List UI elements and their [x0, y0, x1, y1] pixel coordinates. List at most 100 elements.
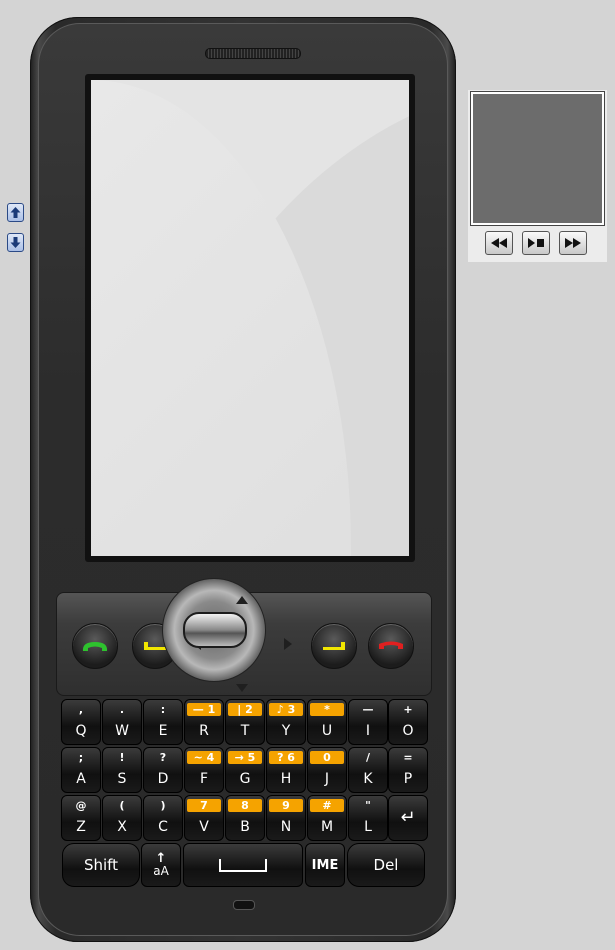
key-symbol-label: / [365, 751, 371, 764]
key-symbol-label: , [78, 703, 84, 716]
earpiece-speaker [205, 48, 301, 59]
key-symbol-badge: ~ 4 [187, 751, 221, 764]
key-letter-label: W [115, 723, 129, 739]
key-y[interactable]: ♪ 3 Y [266, 699, 306, 745]
soft-key-right-icon [323, 642, 345, 650]
play-stop-icon [528, 238, 544, 248]
shift-key-label: Shift [83, 856, 119, 874]
key-g[interactable]: → 5 G [225, 747, 265, 793]
shift-key[interactable]: Shift [62, 843, 140, 887]
key-symbol-badge: # [310, 799, 344, 812]
key-letter-label: V [199, 819, 209, 835]
key-symbol-label: + [403, 703, 413, 716]
key-letter-label: Y [281, 723, 291, 739]
media-preview-screen [470, 91, 605, 226]
key-letter-label: Q [75, 723, 87, 739]
key-v[interactable]: 7V [184, 795, 224, 841]
key-letter-label: T [240, 723, 250, 739]
key-letter-label: N [280, 819, 292, 835]
rewind-icon [491, 238, 507, 248]
key-letter-label: ↵ [400, 807, 416, 828]
arrow-down-icon [10, 237, 21, 248]
key-c[interactable]: ) C [143, 795, 183, 841]
key-letter-label: X [117, 819, 127, 835]
key-letter-label: K [363, 771, 373, 787]
call-icon [82, 642, 108, 651]
key-symbol-badge: * [310, 703, 344, 716]
key-u[interactable]: * U [307, 699, 347, 745]
key-j[interactable]: 0J [307, 747, 347, 793]
case-toggle-key[interactable]: ↑ aA [141, 843, 181, 887]
key-n[interactable]: 9N [266, 795, 306, 841]
key-letter-label: H [280, 771, 292, 787]
key-w[interactable]: .W [102, 699, 142, 745]
delete-key-label: Del [373, 856, 399, 874]
key-d[interactable]: ? D [143, 747, 183, 793]
key-symbol-label: — [362, 703, 374, 716]
key-letter-label: J [324, 771, 330, 787]
key-symbol-label: = [403, 751, 413, 764]
key-letter-label: D [157, 771, 169, 787]
fast-forward-icon [565, 238, 581, 248]
key-symbol-label: ( [119, 799, 125, 812]
key-symbol-label: ; [78, 751, 84, 764]
key-b[interactable]: 8B [225, 795, 265, 841]
key-r[interactable]: — 1 R [184, 699, 224, 745]
key-letter-label: M [320, 819, 334, 835]
key-letter-label: B [240, 819, 250, 835]
key-symbol-badge: → 5 [228, 751, 262, 764]
dpad-select-button[interactable] [183, 612, 247, 648]
end-call-button[interactable] [368, 623, 414, 669]
key-letter-label: U [321, 723, 333, 739]
space-bar-icon [219, 859, 267, 872]
key-symbol-label: . [119, 703, 125, 716]
fast-forward-button[interactable] [559, 231, 587, 255]
delete-key[interactable]: Del [347, 843, 425, 887]
key-symbol-badge: — 1 [187, 703, 221, 716]
key-symbol-label: @ [75, 799, 87, 812]
key-letter-label: F [199, 771, 209, 787]
dpad-down-icon[interactable] [236, 684, 248, 692]
key-letter-label: G [239, 771, 251, 787]
key-a[interactable]: ; A [61, 747, 101, 793]
scroll-up-button[interactable] [7, 203, 24, 222]
phone-screen[interactable] [91, 80, 409, 556]
key-x[interactable]: (X [102, 795, 142, 841]
key-letter-label: L [364, 819, 372, 835]
key-z[interactable]: @ Z [61, 795, 101, 841]
key-letter-label: E [158, 723, 168, 739]
key-k[interactable]: / K [348, 747, 388, 793]
dpad-right-icon[interactable] [284, 638, 292, 650]
key-o[interactable]: + O [388, 699, 428, 745]
play-stop-button[interactable] [522, 231, 550, 255]
key-letter-label: S [117, 771, 127, 787]
ime-key-label: IME [311, 857, 339, 873]
key-l[interactable]: " L [348, 795, 388, 841]
key-symbol-label: " [365, 799, 371, 812]
key-letter-label: I [365, 723, 371, 739]
key-symbol-label: ) [160, 799, 166, 812]
key-f[interactable]: ~ 4 F [184, 747, 224, 793]
key-h[interactable]: ? 6 H [266, 747, 306, 793]
key-letter-label: P [403, 771, 413, 787]
key-t[interactable]: | 2 T [225, 699, 265, 745]
scroll-down-button[interactable] [7, 233, 24, 252]
call-button[interactable] [72, 623, 118, 669]
key-m[interactable]: # M [307, 795, 347, 841]
key-p[interactable]: = P [388, 747, 428, 793]
key-enter[interactable]: ↵ [388, 795, 428, 841]
dpad-up-icon[interactable] [236, 596, 248, 604]
key-symbol-badge: | 2 [228, 703, 262, 716]
key-symbol-badge: 0 [310, 751, 344, 764]
ime-key[interactable]: IME [305, 843, 345, 887]
rewind-button[interactable] [485, 231, 513, 255]
space-key[interactable] [183, 843, 303, 887]
right-soft-key[interactable] [311, 623, 357, 669]
key-q[interactable]: ,Q [61, 699, 101, 745]
key-s[interactable]: ! S [102, 747, 142, 793]
key-e[interactable]: :E [143, 699, 183, 745]
key-i[interactable]: — I [348, 699, 388, 745]
key-symbol-label: ! [119, 751, 125, 764]
key-letter-label: O [402, 723, 414, 739]
key-letter-label: R [199, 723, 209, 739]
